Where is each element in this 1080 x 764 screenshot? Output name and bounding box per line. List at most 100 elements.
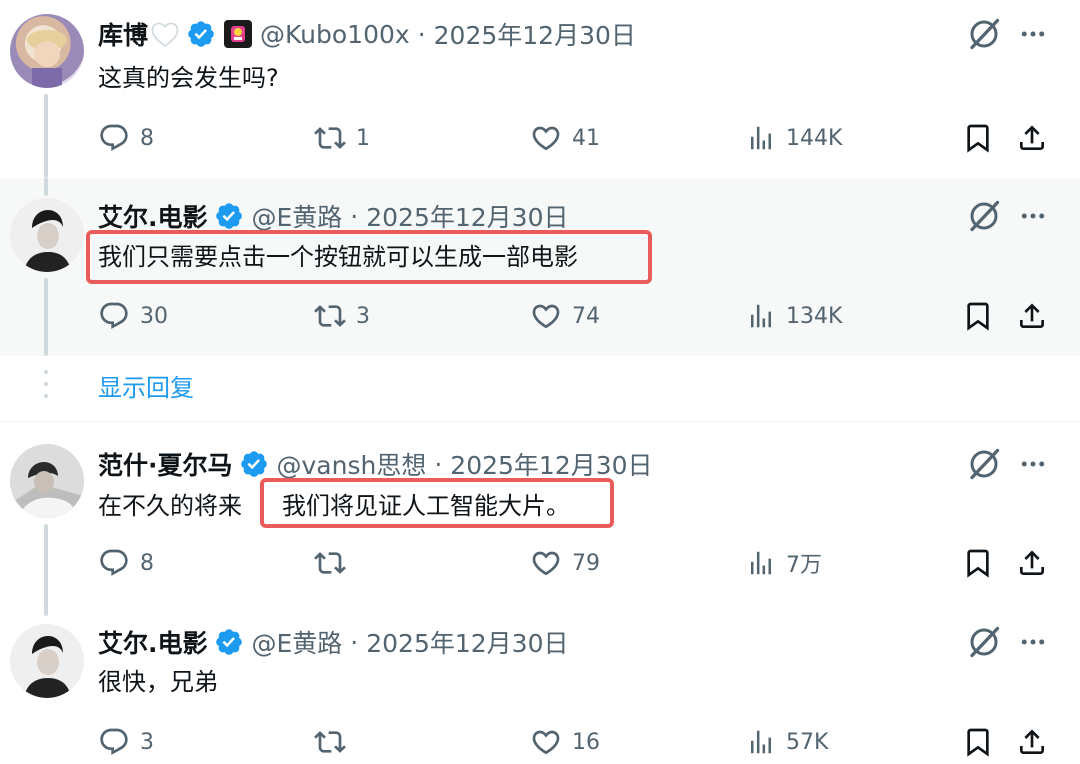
- white-heart-icon: [150, 20, 180, 48]
- reply-icon: [98, 547, 130, 579]
- tweet-header: 艾尔.电影 @E黄路 · 2025年12月30日: [98, 198, 569, 234]
- author-name[interactable]: 艾尔.电影: [98, 198, 208, 234]
- show-replies-link[interactable]: 显示回复: [98, 368, 194, 403]
- avatar-figure: [10, 624, 84, 698]
- tweet-header: 库博 @Kubo100x · 2025年12月30日: [98, 16, 636, 52]
- like-icon: [530, 726, 562, 758]
- tweet-text: 这真的会发生吗?: [98, 64, 279, 92]
- affiliate-badge-icon[interactable]: [224, 20, 253, 48]
- repost-button[interactable]: [314, 543, 346, 583]
- meta-separator: ·: [434, 449, 443, 479]
- views-button[interactable]: 7万: [746, 543, 822, 583]
- views-icon: [746, 548, 776, 578]
- views-icon: [746, 123, 776, 153]
- reply-button[interactable]: 3: [98, 722, 154, 762]
- views-count: 134K: [786, 303, 843, 329]
- share-icon[interactable]: [1016, 543, 1048, 583]
- views-count: 7万: [786, 553, 822, 578]
- verified-icon: [186, 19, 216, 49]
- like-button[interactable]: 79: [530, 543, 600, 583]
- more-icon[interactable]: [1016, 16, 1050, 52]
- bookmark-icon[interactable]: [962, 118, 994, 158]
- reply-button[interactable]: 30: [98, 296, 168, 336]
- reply-icon: [98, 300, 130, 332]
- author-name[interactable]: 范什·夏尔马: [98, 446, 233, 482]
- author-handle[interactable]: @E黄路: [252, 624, 343, 660]
- bookmark-icon[interactable]: [962, 296, 994, 336]
- author-handle[interactable]: @Kubo100x: [260, 20, 410, 49]
- verified-icon: [214, 201, 244, 231]
- reply-button[interactable]: 8: [98, 543, 154, 583]
- repost-button[interactable]: [314, 722, 346, 762]
- action-bar: 30 3 74 134K: [0, 296, 1080, 336]
- avatar[interactable]: [10, 14, 84, 88]
- author-handle[interactable]: @E黄路: [252, 198, 343, 234]
- like-icon: [530, 547, 562, 579]
- tweet-header: 范什·夏尔马 @vansh思想 · 2025年12月30日: [98, 446, 653, 482]
- more-icon[interactable]: [1016, 198, 1050, 234]
- tweet-4[interactable]: 艾尔.电影 @E黄路 · 2025年12月30日 很快，兄弟 3 16 57K: [0, 602, 1080, 764]
- bookmark-icon[interactable]: [962, 543, 994, 583]
- meta-separator: ·: [350, 627, 359, 657]
- like-count: 16: [572, 729, 600, 755]
- tweet-header: 艾尔.电影 @E黄路 · 2025年12月30日: [98, 624, 569, 660]
- repost-button[interactable]: 1: [314, 118, 370, 158]
- tweet-1[interactable]: 库博 @Kubo100x · 2025年12月30日 这真的会发生吗? 8 1 …: [0, 0, 1080, 178]
- repost-icon: [314, 122, 346, 154]
- reply-count: 30: [140, 303, 168, 329]
- meta-separator: ·: [417, 19, 426, 49]
- action-bar: 8 1 41 144K: [0, 118, 1080, 158]
- grok-icon[interactable]: [966, 198, 1002, 234]
- thread-line: [44, 178, 48, 196]
- like-button[interactable]: 74: [530, 296, 600, 336]
- views-button[interactable]: 134K: [746, 296, 842, 336]
- tweet-date[interactable]: 2025年12月30日: [434, 16, 636, 52]
- author-handle[interactable]: @vansh思想: [277, 446, 427, 482]
- share-icon[interactable]: [1016, 296, 1048, 336]
- avatar[interactable]: [10, 624, 84, 698]
- reply-count: 3: [140, 729, 154, 755]
- share-icon[interactable]: [1016, 118, 1048, 158]
- repost-icon: [314, 547, 346, 579]
- like-button[interactable]: 41: [530, 118, 600, 158]
- tweet-2[interactable]: 艾尔.电影 @E黄路 · 2025年12月30日 我们只需要点击一个按钮就可以生…: [0, 178, 1080, 356]
- grok-icon[interactable]: [966, 624, 1002, 660]
- views-count: 144K: [786, 125, 843, 151]
- repost-count: 1: [356, 125, 370, 151]
- author-name[interactable]: 艾尔.电影: [98, 624, 208, 660]
- like-count: 74: [572, 303, 600, 329]
- tweet-date[interactable]: 2025年12月30日: [366, 624, 568, 660]
- tweet-text-highlight: 我们将见证人工智能大片。: [282, 492, 570, 520]
- tweet-date[interactable]: 2025年12月30日: [450, 446, 652, 482]
- like-button[interactable]: 16: [530, 722, 600, 762]
- avatar[interactable]: [10, 198, 84, 272]
- tweet-3[interactable]: 范什·夏尔马 @vansh思想 · 2025年12月30日 在不久的将来 我们将…: [0, 422, 1080, 616]
- avatar-figure: [27, 30, 67, 88]
- more-icon[interactable]: [1016, 624, 1050, 660]
- grok-icon[interactable]: [966, 446, 1002, 482]
- like-icon: [530, 122, 562, 154]
- views-button[interactable]: 57K: [746, 722, 828, 762]
- action-bar: 8 79 7万: [0, 543, 1080, 583]
- action-bar: 3 16 57K: [0, 722, 1080, 762]
- meta-separator: ·: [350, 201, 359, 231]
- avatar-figure: [10, 198, 84, 272]
- more-icon[interactable]: [1016, 446, 1050, 482]
- grok-icon[interactable]: [966, 16, 1002, 52]
- tweet-text: 我们只需要点击一个按钮就可以生成一部电影: [98, 243, 578, 271]
- bookmark-icon[interactable]: [962, 722, 994, 762]
- repost-icon: [314, 726, 346, 758]
- views-icon: [746, 727, 776, 757]
- share-icon[interactable]: [1016, 722, 1048, 762]
- tweet-text: 很快，兄弟: [98, 668, 218, 696]
- avatar-figure: [10, 444, 84, 518]
- reply-button[interactable]: 8: [98, 118, 154, 158]
- author-name[interactable]: 库博: [98, 16, 148, 52]
- views-icon: [746, 301, 776, 331]
- avatar[interactable]: [10, 444, 84, 518]
- repost-button[interactable]: 3: [314, 296, 370, 336]
- tweet-date[interactable]: 2025年12月30日: [366, 198, 568, 234]
- verified-icon: [239, 449, 269, 479]
- reply-count: 8: [140, 550, 154, 576]
- views-button[interactable]: 144K: [746, 118, 842, 158]
